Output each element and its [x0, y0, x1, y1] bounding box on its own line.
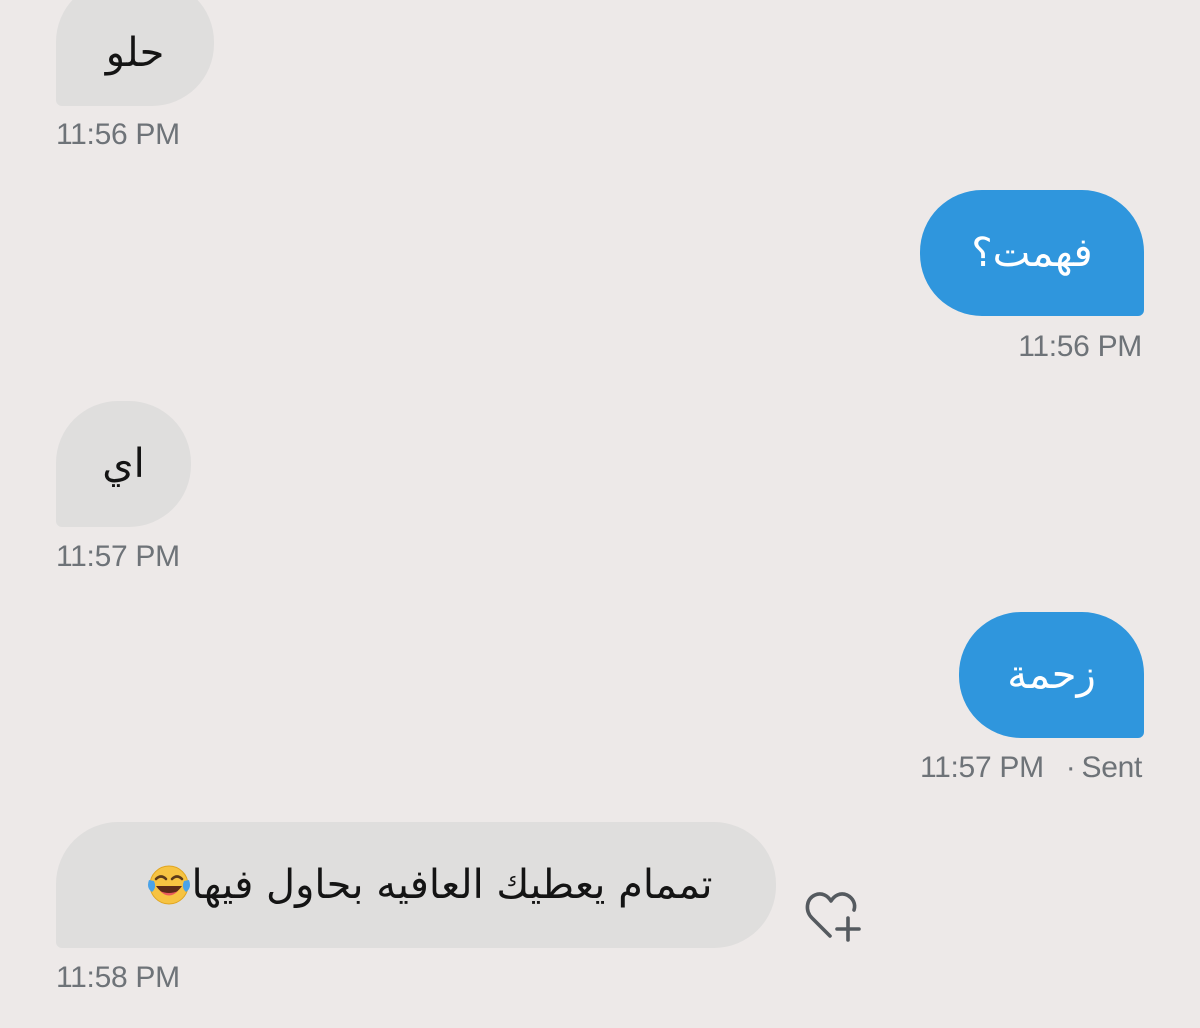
message-timestamp: 11:58 PM	[56, 961, 180, 994]
message-thread: حلو 11:56 PM فهمت؟ 11:56 PM اي 11:57 PM …	[0, 0, 1200, 1028]
message-text: حلو	[105, 30, 165, 76]
message-timestamp: 11:56 PM	[56, 118, 180, 151]
face-with-tears-of-joy-emoji	[147, 865, 190, 905]
message-text: زحمة	[1007, 652, 1096, 698]
status-separator: ·	[1065, 751, 1076, 784]
heart-plus-icon[interactable]	[804, 886, 866, 944]
message-text: اي	[102, 441, 145, 487]
message-meta: 11:57 PM · Sent	[920, 751, 1142, 785]
message-timestamp: 11:57 PM	[919, 751, 1044, 784]
message-text: تممام يعطيك العافيه بحاول فيها	[191, 862, 713, 908]
sent-message-bubble[interactable]: فهمت؟	[920, 190, 1144, 316]
message-timestamp: 11:56 PM	[1018, 330, 1142, 363]
received-message-bubble[interactable]: حلو	[56, 0, 214, 106]
message-timestamp: 11:57 PM	[56, 540, 180, 573]
message-status: Sent	[1081, 751, 1142, 784]
received-message-bubble[interactable]: اي	[56, 401, 191, 527]
received-message-bubble[interactable]: تممام يعطيك العافيه بحاول فيها	[56, 822, 776, 948]
message-text: فهمت؟	[971, 230, 1093, 276]
sent-message-bubble[interactable]: زحمة	[959, 612, 1144, 738]
